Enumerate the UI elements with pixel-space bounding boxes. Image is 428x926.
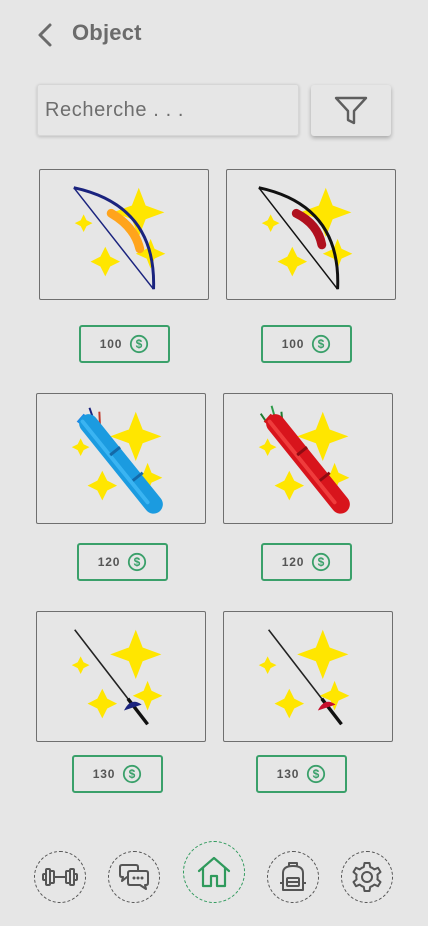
price-value: 130: [276, 767, 300, 781]
item-card-fencing-sword-blue[interactable]: [36, 611, 206, 742]
item-card-bow-red[interactable]: [226, 169, 396, 300]
quiver-icon: [37, 407, 163, 514]
coin-dollar-icon: [122, 764, 142, 784]
back-button[interactable]: [30, 18, 60, 52]
item-card-fencing-sword-red[interactable]: [223, 611, 393, 742]
bow-icon: [73, 186, 208, 290]
dumbbell-icon: [42, 868, 78, 886]
price-button[interactable]: 100: [79, 325, 170, 363]
price-value: 100: [281, 337, 305, 351]
nav-workout-button[interactable]: [34, 851, 86, 903]
bow-icon: [258, 186, 395, 290]
backpack-icon: [280, 862, 306, 891]
price-value: 120: [281, 555, 305, 569]
fencing-sword-icon: [224, 629, 392, 726]
price-button[interactable]: 130: [72, 755, 163, 793]
chat-icon: [119, 864, 149, 890]
filter-button[interactable]: [311, 85, 391, 136]
nav-chat-button[interactable]: [108, 851, 160, 903]
price-value: 130: [92, 767, 116, 781]
coin-dollar-icon: [129, 334, 149, 354]
price-button[interactable]: 120: [261, 543, 352, 581]
nav-inventory-button[interactable]: [267, 851, 319, 903]
item-card-quiver-red[interactable]: [223, 393, 393, 524]
home-icon: [197, 856, 231, 888]
gear-icon: [352, 862, 382, 892]
coin-dollar-icon: [311, 334, 331, 354]
search-input[interactable]: [37, 84, 299, 136]
page-title: Object: [72, 20, 142, 45]
price-value: 100: [99, 337, 123, 351]
coin-dollar-icon: [127, 552, 147, 572]
price-value: 120: [97, 555, 121, 569]
nav-settings-button[interactable]: [341, 851, 393, 903]
nav-home-button[interactable]: [183, 841, 245, 903]
filter-icon: [334, 96, 368, 124]
quiver-icon: [224, 405, 350, 514]
price-button[interactable]: 100: [261, 325, 352, 363]
price-button[interactable]: 120: [77, 543, 168, 581]
chevron-left-icon: [38, 23, 52, 47]
item-card-quiver-blue[interactable]: [36, 393, 206, 524]
fencing-sword-icon: [37, 629, 205, 726]
item-card-bow-orange[interactable]: [39, 169, 209, 300]
price-button[interactable]: 130: [256, 755, 347, 793]
coin-dollar-icon: [306, 764, 326, 784]
coin-dollar-icon: [311, 552, 331, 572]
